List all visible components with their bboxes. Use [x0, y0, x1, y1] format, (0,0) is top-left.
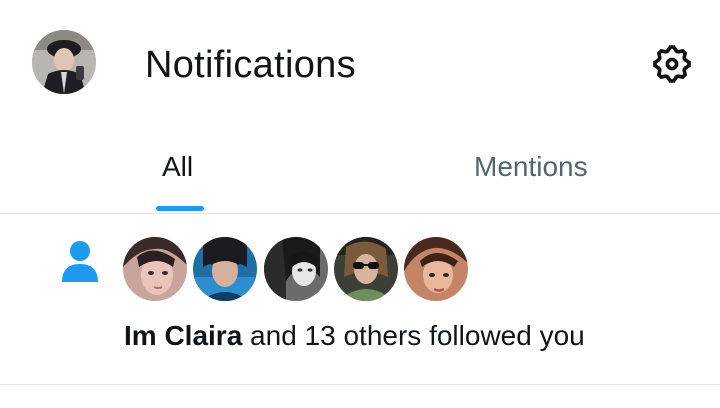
notification-tabs: All Mentions: [0, 128, 720, 214]
profile-avatar[interactable]: [32, 30, 96, 94]
tab-mentions[interactable]: Mentions: [360, 128, 720, 213]
follower-avatar[interactable]: [404, 237, 468, 301]
avatar-5-image: [404, 237, 468, 301]
tab-mentions-label: Mentions: [474, 151, 588, 182]
gear-icon: [653, 45, 691, 83]
follower-avatar[interactable]: [193, 237, 257, 301]
settings-button[interactable]: [646, 38, 698, 90]
notification-user-name[interactable]: Im Claira: [124, 320, 242, 351]
avatar-3-image: [264, 237, 328, 301]
avatar-2-image: [193, 237, 257, 301]
top-app-bar: Notifications: [0, 0, 720, 128]
notification-text: Im Claira and 13 others followed you: [124, 316, 585, 356]
profile-avatar-image: [32, 30, 96, 94]
tab-all-label: All: [162, 151, 194, 182]
person-icon: [62, 241, 98, 282]
follower-avatar[interactable]: [123, 237, 187, 301]
tab-all[interactable]: All: [0, 128, 360, 213]
avatar-4-image: [334, 237, 398, 301]
tab-active-indicator: [156, 206, 204, 211]
notification-message: and 13 others followed you: [242, 320, 585, 351]
follower-avatar[interactable]: [264, 237, 328, 301]
follower-avatars: [123, 237, 483, 301]
page-title: Notifications: [145, 44, 356, 86]
follower-avatar[interactable]: [334, 237, 398, 301]
avatar-1-image: [123, 237, 187, 301]
